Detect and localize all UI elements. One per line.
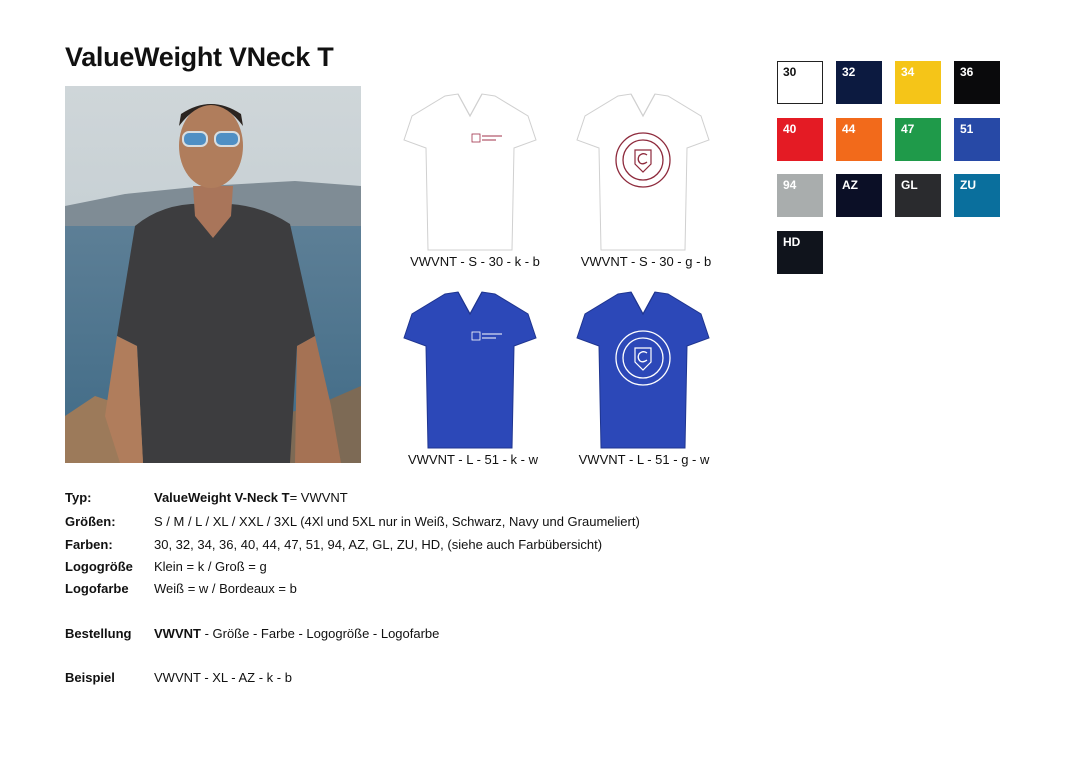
color-swatch-34: 34 xyxy=(895,61,941,104)
bestellung-value: VWVNT - Größe - Farbe - Logogröße - Logo… xyxy=(154,626,439,641)
typ-label: Typ: xyxy=(65,490,92,505)
swatch-code: HD xyxy=(783,234,801,249)
swatch-code: 44 xyxy=(842,121,856,136)
logofarbe-value: Weiß = w / Bordeaux = b xyxy=(154,581,297,596)
tshirt-mockup-2 xyxy=(576,93,710,251)
color-swatch-94: 94 xyxy=(777,174,823,217)
swatch-code: 47 xyxy=(901,121,915,136)
swatch-code: 32 xyxy=(842,65,856,79)
bestellung-code: VWVNT xyxy=(154,626,201,641)
color-swatch-hd: HD xyxy=(777,230,823,274)
tshirt-body xyxy=(403,93,537,251)
swatch-code: 36 xyxy=(960,65,974,79)
mockup-caption: VWVNT - S - 30 - k - b xyxy=(410,254,540,269)
swatch-code: GL xyxy=(901,178,918,192)
color-swatch-44: 44 xyxy=(836,117,882,161)
swatch-code: ZU xyxy=(960,178,976,192)
color-swatch-47: 47 xyxy=(895,117,941,161)
color-swatch-51: 51 xyxy=(954,117,1000,161)
swatch-code: 40 xyxy=(783,121,797,136)
color-swatch-40: 40 xyxy=(777,117,823,161)
beispiel-label: Beispiel xyxy=(65,670,115,685)
mockup-caption: VWVNT - S - 30 - g - b xyxy=(580,254,712,269)
typ-name: ValueWeight V-Neck T xyxy=(154,490,290,505)
bestellung-format: - Größe - Farbe - Logogröße - Logofarbe xyxy=(200,626,440,641)
swatch-code: 51 xyxy=(960,121,974,136)
mockup-caption: VWVNT - L - 51 - k - w xyxy=(407,452,538,467)
model-photo xyxy=(65,86,361,463)
swatch-code: AZ xyxy=(842,178,858,192)
groessen-value: S / M / L / XL / XXL / 3XL (4Xl und 5XL … xyxy=(154,514,640,529)
color-swatch-az: AZ xyxy=(836,174,882,217)
bestellung-label: Bestellung xyxy=(65,626,132,641)
color-swatch-36: 36 xyxy=(954,61,1000,104)
farben-label: Farben: xyxy=(65,537,113,552)
tshirt-mockup-1 xyxy=(403,93,537,251)
tshirt-mockup-3 xyxy=(403,291,537,449)
swatch-code: 30 xyxy=(783,65,797,79)
swatch-code: 94 xyxy=(783,178,797,192)
groessen-label: Größen: xyxy=(65,514,116,529)
logogroesse-value: Klein = k / Groß = g xyxy=(154,559,267,574)
swatch-code: 34 xyxy=(901,65,915,79)
tshirt-mockup-4 xyxy=(576,291,710,449)
typ-value: ValueWeight V-Neck T= VWVNT xyxy=(154,490,348,505)
logogroesse-label: Logogröße xyxy=(65,559,133,574)
farben-value: 30, 32, 34, 36, 40, 44, 47, 51, 94, AZ, … xyxy=(154,537,603,552)
page-title: ValueWeight VNeck T xyxy=(65,42,334,72)
color-swatch-zu: ZU xyxy=(954,174,1000,217)
color-swatch-gl: GL xyxy=(895,174,941,217)
color-swatch-30: 30 xyxy=(777,61,823,104)
beispiel-value: VWVNT - XL - AZ - k - b xyxy=(154,670,292,685)
typ-code: = VWVNT xyxy=(289,490,348,505)
tshirt-body xyxy=(403,291,537,449)
mockup-caption: VWVNT - L - 51 - g - w xyxy=(578,452,710,467)
color-swatch-32: 32 xyxy=(836,61,882,104)
logofarbe-label: Logofarbe xyxy=(65,581,129,596)
